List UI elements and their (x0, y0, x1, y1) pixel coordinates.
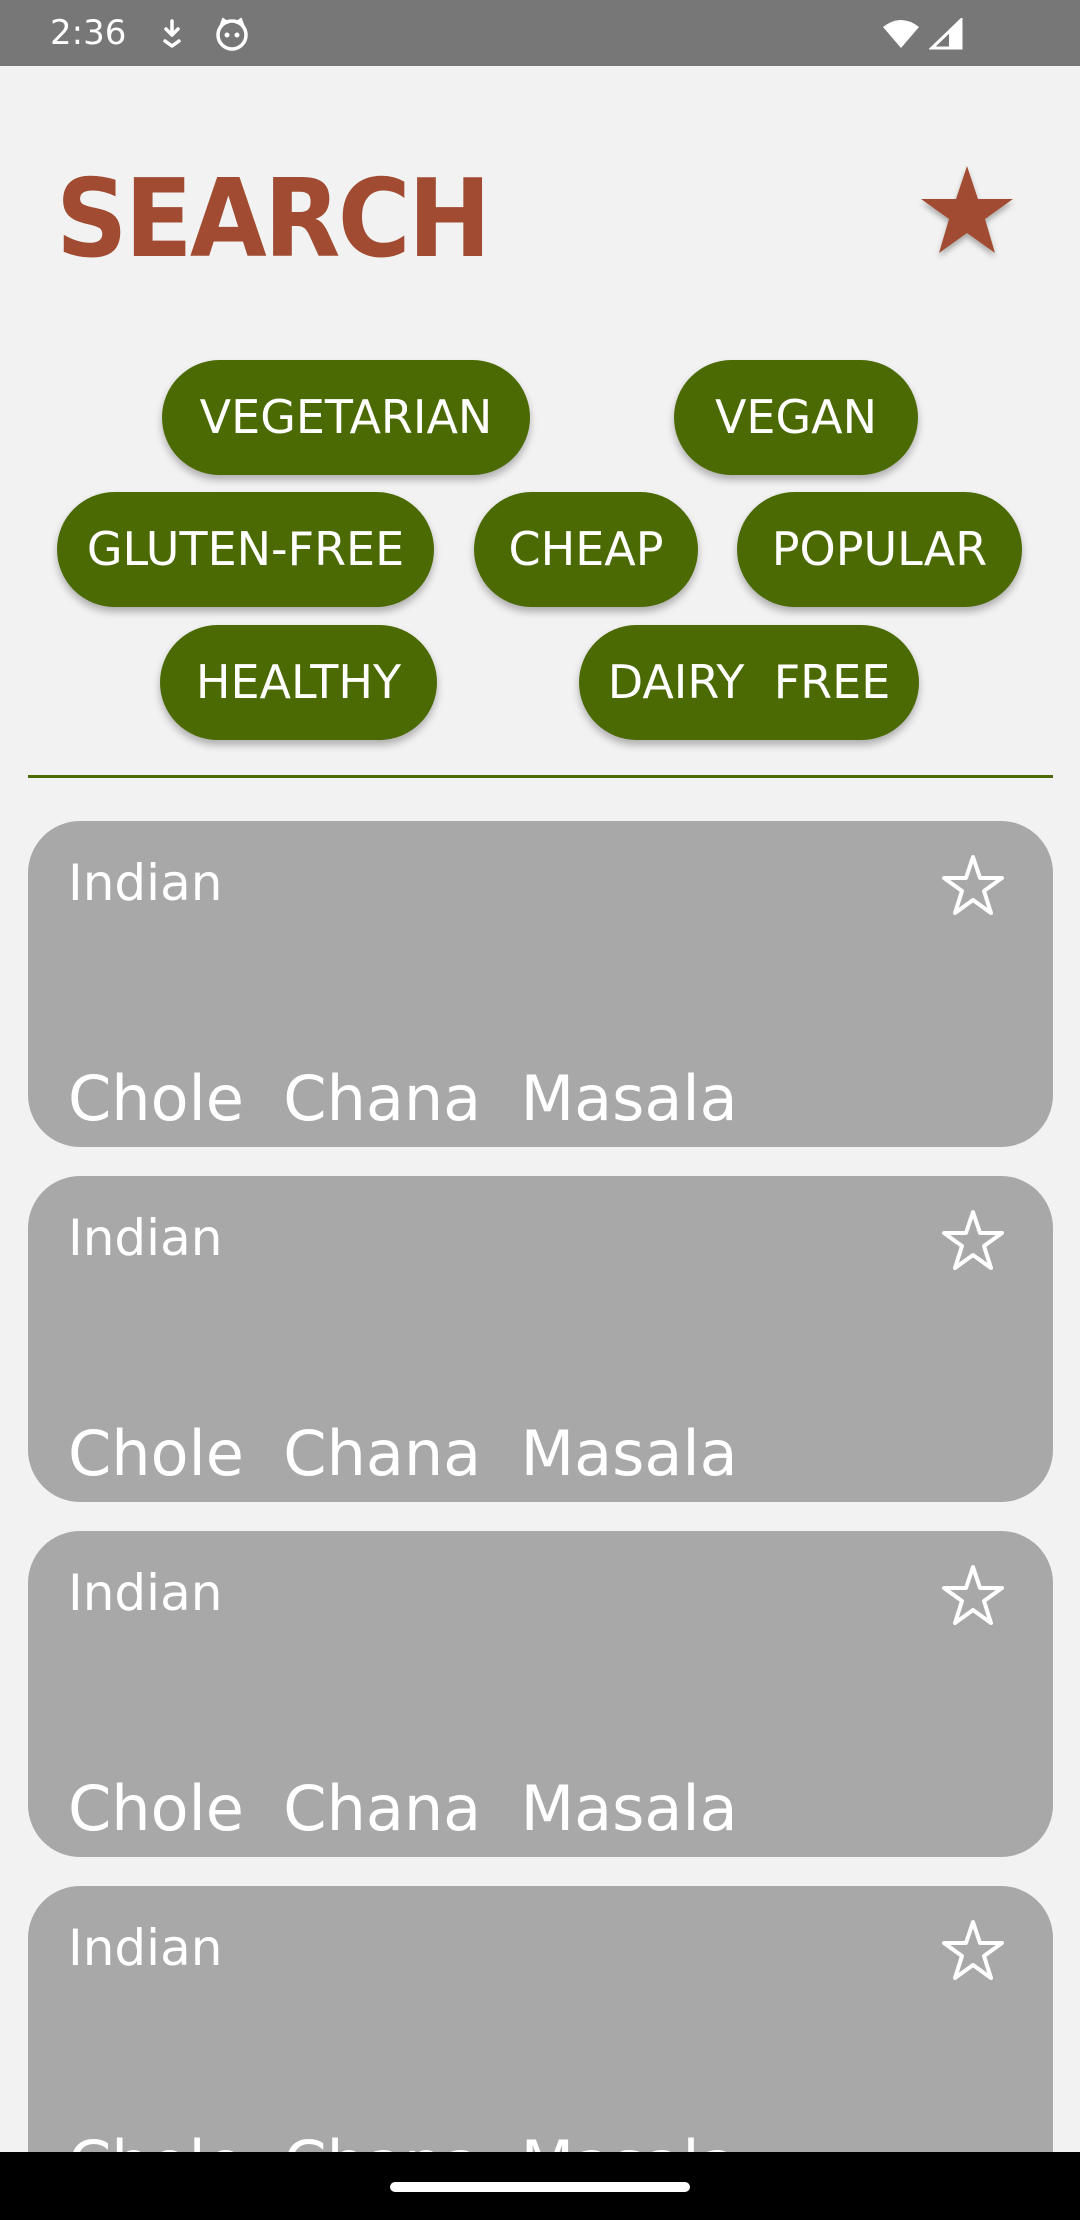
recipe-cuisine: Indian (68, 1564, 223, 1622)
star-outline-icon[interactable] (938, 1561, 1008, 1631)
recipe-cuisine: Indian (68, 1919, 223, 1977)
star-outline-icon[interactable] (938, 1916, 1008, 1986)
star-outline-icon[interactable] (938, 851, 1008, 921)
recipe-card[interactable]: Indian Chole Chana Masala (28, 1886, 1053, 2152)
recipe-cuisine: Indian (68, 854, 223, 912)
recipe-name: Chole Chana Masala (68, 2126, 738, 2152)
recipe-list[interactable]: Indian Chole Chana Masala Indian Chole C… (0, 0, 1080, 2152)
recipe-name: Chole Chana Masala (68, 1772, 738, 1845)
star-outline-icon[interactable] (938, 1206, 1008, 1276)
home-indicator[interactable] (390, 2182, 690, 2192)
recipe-cuisine: Indian (68, 1209, 223, 1267)
recipe-card[interactable]: Indian Chole Chana Masala (28, 821, 1053, 1147)
recipe-name: Chole Chana Masala (68, 1417, 738, 1490)
recipe-card[interactable]: Indian Chole Chana Masala (28, 1176, 1053, 1502)
recipe-name: Chole Chana Masala (68, 1062, 738, 1135)
recipe-card[interactable]: Indian Chole Chana Masala (28, 1531, 1053, 1857)
